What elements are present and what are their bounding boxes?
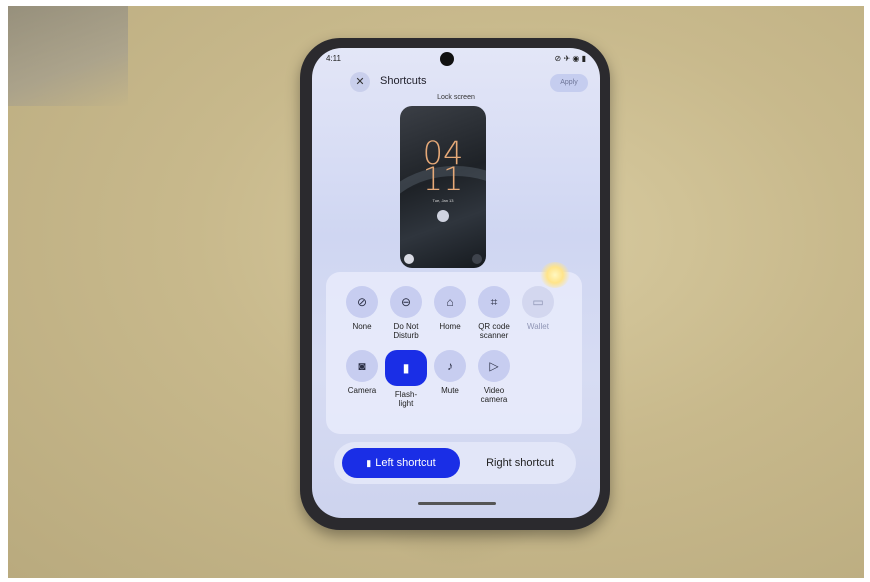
light-glare: [540, 262, 570, 288]
video-camera-icon: ▷: [478, 350, 510, 382]
wallet-icon: ▭: [522, 286, 554, 318]
shortcut-option-label: Home: [439, 322, 461, 331]
shortcut-option-flashlight[interactable]: ▮ Flash-light: [384, 350, 428, 408]
apply-button[interactable]: Apply: [550, 74, 588, 92]
shortcut-option-label: Flash-light: [394, 390, 418, 408]
left-shortcut-tab[interactable]: ▮ Left shortcut: [342, 448, 460, 478]
shortcut-option-label: Video camera: [480, 386, 508, 404]
close-icon: ✕: [355, 76, 365, 88]
shortcut-option-none[interactable]: ⊘ None: [340, 286, 384, 331]
none-icon: ⊘: [346, 286, 378, 318]
status-icons: ⊘ ✈ ◉ ▮: [554, 54, 586, 63]
preview-clock: 04 11: [400, 137, 486, 198]
shortcut-option-do-not-disturb[interactable]: ⊖ Do Not Disturb: [384, 286, 428, 340]
shortcut-option-wallet[interactable]: ▭ Wallet: [516, 286, 560, 331]
mic-icon: [437, 210, 449, 222]
home-indicator[interactable]: [418, 502, 496, 505]
left-shortcut-label: Left shortcut: [375, 457, 436, 469]
clock-minutes: 11: [422, 160, 464, 198]
preview-date: Tue, Jan 13: [432, 198, 454, 203]
shortcut-side-selector: ▮ Left shortcut Right shortcut: [334, 442, 576, 484]
flashlight-icon: ▮: [366, 458, 372, 468]
preview-label: Lock screen: [437, 94, 475, 101]
page-title: Shortcuts: [380, 75, 427, 87]
shortcut-option-home[interactable]: ⌂ Home: [428, 286, 472, 331]
home-icon: ⌂: [434, 286, 466, 318]
shortcut-option-qr-code[interactable]: ⌗ QR code scanner: [472, 286, 516, 340]
preview-left-shortcut-icon: [404, 254, 414, 264]
do-not-disturb-icon: ⊖: [390, 286, 422, 318]
flashlight-icon: ▮: [385, 350, 427, 386]
close-button[interactable]: ✕: [350, 72, 370, 92]
camera-icon: ◙: [346, 350, 378, 382]
preview-right-shortcut-icon: [472, 254, 482, 264]
status-time: 4:11: [326, 54, 341, 63]
shortcut-option-video-camera[interactable]: ▷ Video camera: [472, 350, 516, 404]
qr-code-icon: ⌗: [478, 286, 510, 318]
shortcut-picker: ⊘ None ⊖ Do Not Disturb ⌂ Home ⌗ QR code scanner ▭…: [326, 272, 582, 434]
lock-screen-preview: 04 11 Tue, Jan 13: [400, 106, 486, 268]
camera-cutout: [440, 52, 454, 66]
shortcut-option-camera[interactable]: ◙ Camera: [340, 350, 384, 395]
shortcut-option-label: None: [352, 322, 372, 331]
shortcut-option-mute[interactable]: ♪ Mute: [428, 350, 472, 395]
right-shortcut-tab[interactable]: Right shortcut: [470, 448, 570, 478]
shortcut-option-label: Do Not Disturb: [393, 322, 419, 340]
status-bar: 4:11 ⊘ ✈ ◉ ▮: [326, 54, 586, 68]
shortcut-option-label: Mute: [441, 386, 459, 395]
top-bar: ✕ Shortcuts Apply: [312, 72, 600, 94]
shortcut-option-label: Wallet: [527, 322, 549, 331]
mute-icon: ♪: [434, 350, 466, 382]
shortcut-option-label: Camera: [347, 386, 377, 395]
shortcut-option-label: QR code scanner: [478, 322, 510, 340]
wall-corner: [8, 6, 128, 106]
